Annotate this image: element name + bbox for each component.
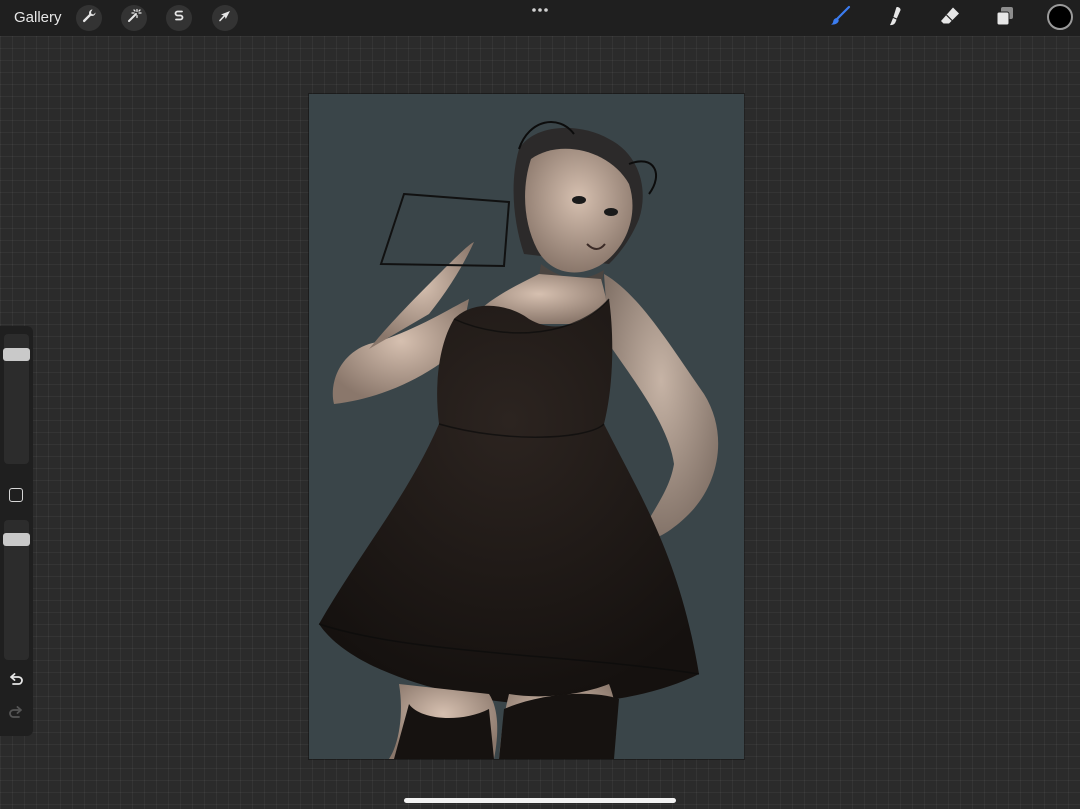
magic-wand-icon [126, 8, 142, 29]
actions-button[interactable] [76, 5, 102, 31]
brush-size-slider-thumb[interactable] [3, 348, 30, 361]
undo-icon [8, 672, 24, 692]
color-picker-button[interactable] [1047, 4, 1073, 30]
redo-button[interactable] [6, 705, 26, 725]
gallery-button[interactable]: Gallery [14, 8, 62, 28]
arrow-cursor-icon [217, 8, 233, 29]
layers-button[interactable] [991, 4, 1019, 32]
paint-tool-button[interactable] [826, 4, 854, 32]
adjustments-button[interactable] [121, 5, 147, 31]
smudge-icon [883, 4, 907, 33]
redo-icon [8, 705, 24, 725]
brush-size-slider[interactable] [3, 334, 30, 464]
top-toolbar: Gallery [0, 0, 1080, 36]
erase-tool-button[interactable] [936, 4, 964, 32]
home-indicator[interactable] [404, 798, 676, 803]
smudge-tool-button[interactable] [881, 4, 909, 32]
layers-icon [993, 4, 1017, 33]
undo-button[interactable] [6, 672, 26, 692]
left-sidebar [0, 326, 33, 736]
transform-button[interactable] [212, 5, 238, 31]
more-options-button[interactable] [530, 2, 550, 16]
more-dots-icon [531, 0, 549, 18]
opacity-slider[interactable] [3, 520, 30, 660]
wrench-icon [81, 8, 97, 29]
sketch-artwork [318, 121, 719, 759]
selection-button[interactable] [166, 5, 192, 31]
brush-icon [828, 4, 852, 33]
eraser-icon [938, 4, 962, 33]
opacity-slider-thumb[interactable] [3, 533, 30, 546]
modify-button[interactable] [9, 488, 23, 502]
drawing-canvas[interactable] [309, 94, 744, 759]
selection-s-icon [171, 8, 187, 29]
